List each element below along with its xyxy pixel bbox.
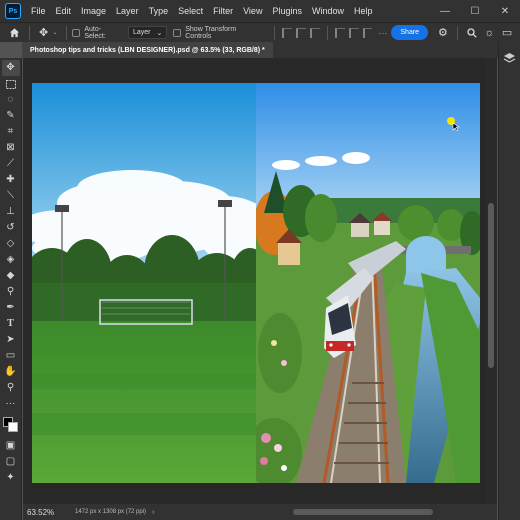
chevron-down-icon: ⌄	[156, 29, 163, 37]
document-title: Photoshop tips and tricks (LBN DESIGNER)…	[30, 46, 265, 54]
document-info: 1472 px x 1308 px (72 ppi)	[75, 509, 147, 515]
brush-tool-icon[interactable]: ⟍	[2, 188, 20, 204]
canvas-image[interactable]	[32, 83, 480, 483]
crop-tool-icon[interactable]: ⌗	[2, 124, 20, 140]
close-button[interactable]: ✕	[490, 0, 520, 22]
vertical-scroll-thumb[interactable]	[488, 203, 494, 368]
auto-select-label: Auto-Select:	[84, 25, 106, 40]
menu-layer[interactable]: Layer	[111, 0, 144, 22]
layer-select-value: Layer	[132, 29, 151, 36]
cursor-icon	[447, 117, 460, 132]
align-center-icon[interactable]	[295, 27, 306, 38]
paint-bucket-icon[interactable]: ◈	[2, 252, 20, 268]
shape-tool-icon[interactable]: ▭	[2, 348, 20, 364]
gear-icon[interactable]: ⚙	[434, 24, 452, 42]
divider	[456, 25, 458, 40]
layers-panel-icon[interactable]	[503, 52, 517, 66]
horizontal-scroll-thumb[interactable]	[293, 509, 433, 515]
options-bar: ✥ ⌄ Auto-Select: Layer ⌄ Show Transform …	[0, 22, 520, 42]
screen-mode-icon[interactable]: ▢	[2, 454, 20, 470]
document-tab-row: Photoshop tips and tricks (LBN DESIGNER)…	[22, 42, 498, 58]
divider	[66, 25, 68, 40]
menu-edit[interactable]: Edit	[51, 0, 77, 22]
generative-fill-icon[interactable]: ✦	[2, 470, 20, 486]
menu-type[interactable]: Type	[144, 0, 174, 22]
auto-select-checkbox[interactable]	[72, 28, 81, 37]
move-tool-icon[interactable]: ✥	[35, 24, 53, 42]
background-color[interactable]	[7, 422, 18, 432]
home-icon[interactable]	[6, 24, 24, 42]
align-top-icon[interactable]	[334, 27, 345, 38]
menu-file[interactable]: File	[26, 0, 51, 22]
status-bar: 63.52% 1472 px x 1308 px (72 ppi) ›	[23, 504, 497, 520]
share-button[interactable]: Share	[391, 25, 429, 40]
frame-tool-icon[interactable]: ⊠	[2, 140, 20, 156]
move-tool-icon[interactable]: ✥	[1, 60, 20, 76]
history-brush-icon[interactable]: ↺	[2, 220, 20, 236]
color-swatches[interactable]	[2, 416, 20, 434]
divider	[326, 25, 328, 40]
align-bottom-icon[interactable]	[362, 27, 373, 38]
image-right-train-village	[256, 83, 480, 483]
align-middle-icon[interactable]	[348, 27, 359, 38]
marquee-tool-icon[interactable]	[2, 76, 20, 92]
eyedropper-tool-icon[interactable]: ⟋	[2, 156, 20, 172]
eraser-tool-icon[interactable]: ◇	[2, 236, 20, 252]
menu-select[interactable]: Select	[173, 0, 208, 22]
zoom-tool-icon[interactable]: ⚲	[2, 380, 20, 396]
quick-mask-icon[interactable]: ▣	[2, 438, 20, 454]
layer-select[interactable]: Layer ⌄	[127, 26, 168, 39]
show-transform-checkbox[interactable]	[173, 28, 182, 37]
align-right-icon[interactable]	[309, 27, 320, 38]
lasso-tool-icon[interactable]: ◌	[2, 92, 20, 108]
healing-brush-icon[interactable]: ✚	[2, 172, 20, 188]
more-options-icon[interactable]: ···	[378, 28, 387, 38]
search-icon[interactable]	[463, 24, 481, 42]
quick-select-tool-icon[interactable]: ✎	[2, 108, 20, 124]
show-transform-label: Show Transform Controls	[185, 25, 237, 40]
menu-plugins[interactable]: Plugins	[267, 0, 307, 22]
more-tools-icon[interactable]: ···	[2, 396, 20, 412]
panel-dock	[498, 42, 520, 520]
photoshop-logo: Ps	[5, 3, 21, 19]
type-tool-icon[interactable]: T	[2, 316, 20, 332]
chevron-right-icon[interactable]: ›	[152, 509, 154, 516]
align-left-icon[interactable]	[282, 27, 292, 38]
dodge-tool-icon[interactable]: ⚲	[2, 284, 20, 300]
menu-image[interactable]: Image	[76, 0, 111, 22]
clone-stamp-icon[interactable]: ⊥	[2, 204, 20, 220]
minimize-button[interactable]: —	[430, 0, 460, 22]
vertical-scrollbar[interactable]	[486, 58, 497, 504]
tools-panel: ✥ ◌ ✎ ⌗ ⊠ ⟋ ✚ ⟍ ⊥ ↺ ◇ ◈ ◆ ⚲ ✒ T ➤ ▭ ✋ ⚲ …	[0, 58, 22, 520]
menu-bar: Ps File Edit Image Layer Type Select Fil…	[0, 0, 520, 22]
blur-tool-icon[interactable]: ◆	[2, 268, 20, 284]
menu-view[interactable]: View	[238, 0, 267, 22]
pen-tool-icon[interactable]: ✒	[2, 300, 20, 316]
hand-tool-icon[interactable]: ✋	[2, 364, 20, 380]
lightbulb-icon[interactable]: ☼	[481, 24, 499, 42]
workspace-icon[interactable]: ▭	[498, 24, 516, 42]
divider	[274, 25, 276, 40]
document-tab[interactable]: Photoshop tips and tricks (LBN DESIGNER)…	[22, 42, 273, 58]
maximize-button[interactable]: ☐	[460, 0, 490, 22]
zoom-level[interactable]: 63.52%	[27, 508, 65, 517]
horizontal-scrollbar[interactable]	[253, 509, 488, 515]
menu-help[interactable]: Help	[349, 0, 378, 22]
divider	[28, 25, 30, 40]
menu-filter[interactable]: Filter	[208, 0, 238, 22]
chevron-down-icon[interactable]: ⌄	[52, 29, 57, 36]
path-select-icon[interactable]: ➤	[2, 332, 20, 348]
window-controls: — ☐ ✕	[430, 0, 520, 22]
menu-window[interactable]: Window	[307, 0, 349, 22]
image-left-soccer-field	[32, 83, 256, 483]
